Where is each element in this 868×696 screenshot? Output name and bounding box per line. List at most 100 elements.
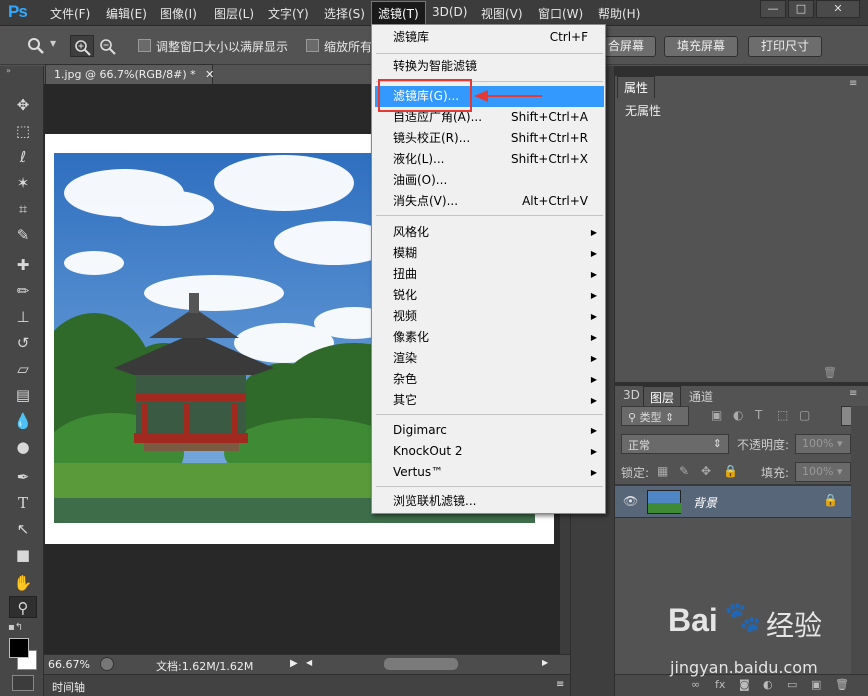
dodge-tool-icon[interactable]: ● (12, 436, 34, 458)
menu-select[interactable]: 选择(S) (324, 5, 365, 22)
foreground-color-swatch[interactable] (9, 638, 29, 658)
print-size-button[interactable]: 打印尺寸 (748, 36, 822, 57)
menu-help[interactable]: 帮助(H) (598, 5, 640, 22)
tab-properties[interactable]: 属性 (617, 76, 656, 98)
filter-menu-vanishing-point[interactable]: 消失点(V)... Alt+Ctrl+V (375, 191, 604, 212)
menu-window[interactable]: 窗口(W) (538, 5, 583, 22)
fill-screen-button[interactable]: 填充屏幕 (664, 36, 738, 57)
scroll-right-icon[interactable]: ▶ (542, 658, 548, 667)
blend-mode-select[interactable]: 正常 ⇕ (621, 434, 729, 454)
filter-menu-sharpen[interactable]: 锐化 ▶ (375, 285, 604, 306)
filter-menu-digimarc[interactable]: Digimarc ▶ (375, 420, 604, 441)
gradient-tool-icon[interactable]: ▤ (12, 384, 34, 406)
zoom-level[interactable]: 66.67% (48, 658, 90, 671)
document-tab[interactable]: 1.jpg @ 66.7%(RGB/8#) * ✕ (45, 64, 214, 84)
healing-brush-tool-icon[interactable]: ✚ (12, 254, 34, 276)
menu-file[interactable]: 文件(F) (50, 5, 90, 22)
layer-name[interactable]: 背景 (693, 494, 717, 511)
default-colors-icon[interactable]: ▪↰ (8, 622, 23, 633)
layer-row-background[interactable]: 👁 背景 🔒 (615, 486, 851, 518)
filter-menu-knockout[interactable]: KnockOut 2 ▶ (375, 441, 604, 462)
hand-tool-icon[interactable]: ✋ (12, 572, 34, 594)
filter-menu-lens-correction[interactable]: 镜头校正(R)... Shift+Ctrl+R (375, 128, 604, 149)
timeline-label[interactable]: 时间轴 (52, 679, 85, 695)
filter-menu-stylize[interactable]: 风格化 ▶ (375, 222, 604, 243)
resize-windows-checkbox[interactable] (138, 39, 151, 52)
minimize-button[interactable]: — (760, 0, 786, 18)
history-brush-tool-icon[interactable]: ↺ (12, 332, 34, 354)
menu-layer[interactable]: 图层(L) (214, 5, 254, 22)
filter-menu-noise[interactable]: 杂色 ▶ (375, 369, 604, 390)
filter-menu-browse-online[interactable]: 浏览联机滤镜... (375, 491, 604, 512)
zoom-tool-selected-icon[interactable]: ⚲ (9, 596, 37, 618)
brush-tool-icon[interactable]: ✏ (12, 280, 34, 302)
lasso-tool-icon[interactable]: ℓ (12, 146, 34, 168)
zoom-out-icon[interactable] (96, 35, 120, 57)
type-tool-icon[interactable]: T (12, 492, 34, 514)
menu-type[interactable]: 文字(Y) (268, 5, 309, 22)
timeline-toggle-icon[interactable] (12, 675, 34, 691)
maximize-button[interactable]: □ (788, 0, 814, 18)
layer-visibility-eye-icon[interactable]: 👁 (623, 494, 638, 508)
marquee-tool-icon[interactable]: ⬚ (12, 120, 34, 142)
path-selection-tool-icon[interactable]: ↖ (12, 518, 34, 540)
status-menu-arrow-icon[interactable]: ▶ (290, 658, 298, 669)
pen-tool-icon[interactable]: ✒ (12, 466, 34, 488)
fill-field[interactable]: 100% ▾ (795, 462, 851, 482)
filter-menu-vertus[interactable]: Vertus™ ▶ (375, 462, 604, 483)
zoom-tool-icon[interactable] (26, 37, 46, 55)
close-tab-icon[interactable]: ✕ (205, 68, 214, 81)
filter-shape-icon[interactable]: ⬚ (777, 408, 788, 422)
lock-transparent-icon[interactable]: ▦ (657, 464, 668, 478)
share-icon[interactable] (100, 657, 114, 671)
layer-filter-kind-select[interactable]: ⚲ 类型 ⇕ (621, 406, 689, 426)
submenu-arrow-icon: ▶ (590, 447, 597, 456)
clone-stamp-tool-icon[interactable]: ⊥ (12, 306, 34, 328)
layers-menu-icon[interactable]: ≡ (849, 388, 857, 399)
zoom-all-checkbox[interactable] (306, 39, 319, 52)
menu-image[interactable]: 图像(I) (160, 5, 197, 22)
lock-all-icon[interactable]: 🔒 (723, 464, 738, 478)
filter-menu-blur[interactable]: 模糊 ▶ (375, 243, 604, 264)
collapse-arrows-icon[interactable]: » (6, 66, 11, 75)
filter-menu-video[interactable]: 视频 ▶ (375, 306, 604, 327)
properties-menu-icon[interactable]: ≡ (849, 78, 857, 89)
timeline-menu-icon[interactable]: ≡ (556, 679, 564, 690)
filter-adjustment-icon[interactable]: ◐ (733, 408, 743, 422)
eyedropper-tool-icon[interactable]: ✎ (12, 224, 34, 246)
filter-menu-liquify[interactable]: 液化(L)... Shift+Ctrl+X (375, 149, 604, 170)
lock-position-icon[interactable]: ✥ (701, 464, 711, 478)
filter-menu-convert-smart[interactable]: 转换为智能滤镜 (375, 56, 604, 77)
filter-menu-oil-paint[interactable]: 油画(O)... (375, 170, 604, 191)
tab-channels[interactable]: 通道 (683, 386, 719, 407)
menu-filter[interactable]: 滤镜(T) (371, 1, 426, 25)
blur-tool-icon[interactable]: 💧 (12, 410, 34, 432)
eraser-tool-icon[interactable]: ▱ (12, 358, 34, 380)
rectangle-tool-icon[interactable]: ■ (12, 544, 34, 566)
lock-image-icon[interactable]: ✎ (679, 464, 689, 478)
zoom-in-icon[interactable] (70, 35, 94, 57)
properties-trash-icon[interactable]: 🗑 (823, 366, 837, 379)
opacity-field[interactable]: 100% ▾ (795, 434, 851, 454)
scroll-left-icon[interactable]: ◀ (306, 658, 312, 667)
timeline-panel: 时间轴 ≡ (44, 674, 574, 696)
filter-type-icon[interactable]: T (755, 408, 762, 422)
tab-layers[interactable]: 图层 (643, 386, 682, 408)
tool-preset-arrow-icon[interactable]: ▼ (50, 39, 56, 48)
filter-menu-last-filter[interactable]: 滤镜库 Ctrl+F (375, 27, 604, 48)
tab-3d[interactable]: 3D (617, 386, 646, 404)
filter-menu-pixelate[interactable]: 像素化 ▶ (375, 327, 604, 348)
menu-view[interactable]: 视图(V) (481, 5, 523, 22)
magic-wand-tool-icon[interactable]: ✶ (12, 172, 34, 194)
horizontal-scrollbar[interactable] (384, 658, 458, 670)
menu-3d[interactable]: 3D(D) (432, 5, 467, 19)
move-tool-icon[interactable]: ✥ (12, 94, 34, 116)
filter-menu-distort[interactable]: 扭曲 ▶ (375, 264, 604, 285)
menu-edit[interactable]: 编辑(E) (106, 5, 147, 22)
filter-menu-other[interactable]: 其它 ▶ (375, 390, 604, 411)
filter-menu-render[interactable]: 渲染 ▶ (375, 348, 604, 369)
close-button[interactable]: ✕ (816, 0, 860, 18)
filter-pixel-icon[interactable]: ▣ (711, 408, 722, 422)
crop-tool-icon[interactable]: ⌗ (12, 198, 34, 220)
filter-smart-object-icon[interactable]: ▢ (799, 408, 810, 422)
